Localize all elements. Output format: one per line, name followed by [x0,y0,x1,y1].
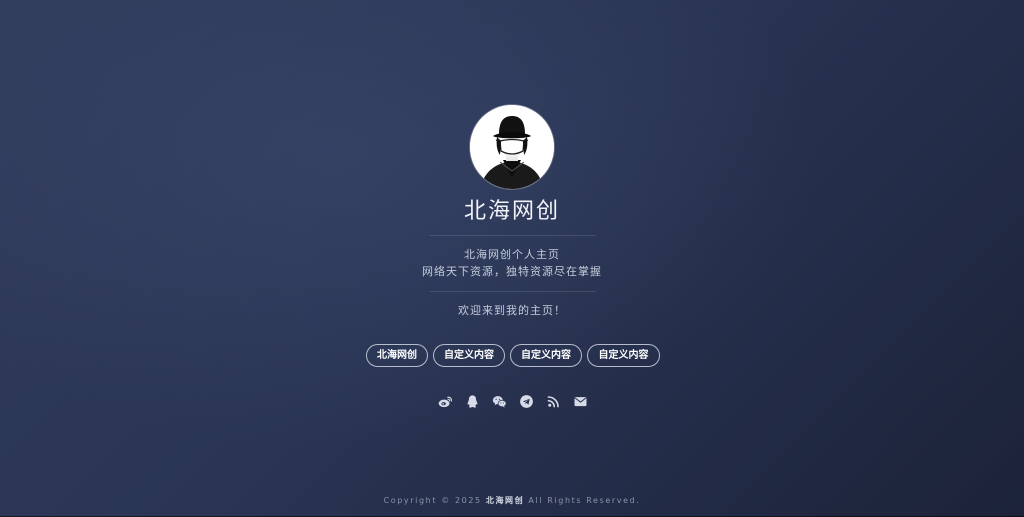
telegram-icon[interactable] [519,394,534,409]
link-buttons: 北海网创 自定义内容 自定义内容 自定义内容 [366,344,660,367]
email-icon[interactable] [573,394,588,409]
avatar [470,105,554,189]
footer: Copyright © 2025 北海网创 All Rights Reserve… [0,495,1024,507]
wechat-icon[interactable] [492,394,507,409]
link-button-custom-3[interactable]: 自定义内容 [587,344,660,367]
social-links [438,394,588,409]
profile-name: 北海网创 [463,199,560,224]
description-line-1: 北海网创个人主页 [464,248,560,261]
link-button-beihai[interactable]: 北海网创 [366,344,428,367]
link-button-custom-1[interactable]: 自定义内容 [433,344,505,367]
divider [430,291,596,292]
divider [430,235,596,236]
link-button-custom-2[interactable]: 自定义内容 [510,344,582,367]
avatar-illustration [470,105,554,189]
footer-copyright: Copyright © 2025 [383,496,482,505]
footer-rights: All Rights Reserved. [528,496,641,505]
qq-icon[interactable] [465,394,480,409]
welcome-message: 欢迎来到我的主页！ [458,304,566,317]
description-line-2: 网络天下资源，独特资源尽在掌握 [422,265,602,278]
weibo-icon[interactable] [438,394,453,409]
footer-brand: 北海网创 [485,496,525,505]
rss-icon[interactable] [546,394,561,409]
